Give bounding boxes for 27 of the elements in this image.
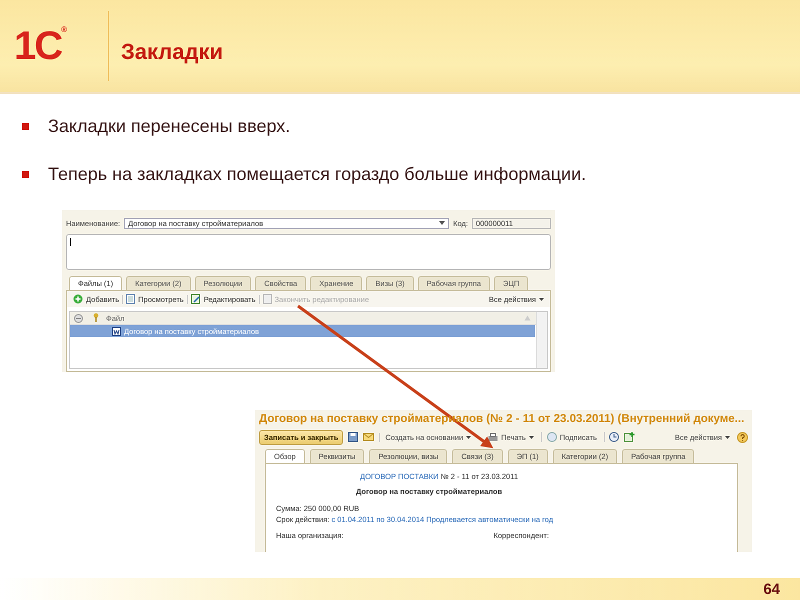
logo: 1С$^{®}$ bbox=[14, 26, 67, 66]
document-icon bbox=[126, 294, 136, 304]
caret-icon bbox=[466, 436, 472, 438]
caret-icon bbox=[539, 298, 544, 300]
envelope-icon[interactable] bbox=[363, 433, 374, 441]
help-icon[interactable] bbox=[737, 432, 748, 442]
slide-title: Закладки bbox=[121, 39, 224, 65]
sort-icon bbox=[524, 315, 531, 321]
clock-icon[interactable] bbox=[604, 432, 619, 442]
word-file-icon bbox=[112, 326, 121, 336]
plus-icon bbox=[73, 294, 83, 304]
edit-document-icon bbox=[190, 294, 201, 304]
dropdown-icon bbox=[439, 221, 446, 225]
bullet-text: Закладки перенесены вверх. bbox=[48, 116, 290, 137]
caret-icon bbox=[725, 436, 730, 438]
scrollbar[interactable] bbox=[536, 312, 547, 368]
page-number: 64 bbox=[763, 580, 780, 598]
key-icon bbox=[93, 313, 99, 323]
bullet-text: Теперь на закладках помещается гораздо больше информации. bbox=[48, 164, 586, 185]
bullet-icon bbox=[22, 171, 29, 178]
caret-icon bbox=[528, 436, 534, 438]
add-document-icon[interactable] bbox=[624, 432, 635, 442]
document-icon bbox=[262, 294, 272, 304]
bullet-icon bbox=[22, 123, 29, 130]
circle-icon bbox=[546, 432, 557, 442]
printer-icon bbox=[488, 432, 498, 442]
text-area[interactable] bbox=[66, 234, 551, 270]
